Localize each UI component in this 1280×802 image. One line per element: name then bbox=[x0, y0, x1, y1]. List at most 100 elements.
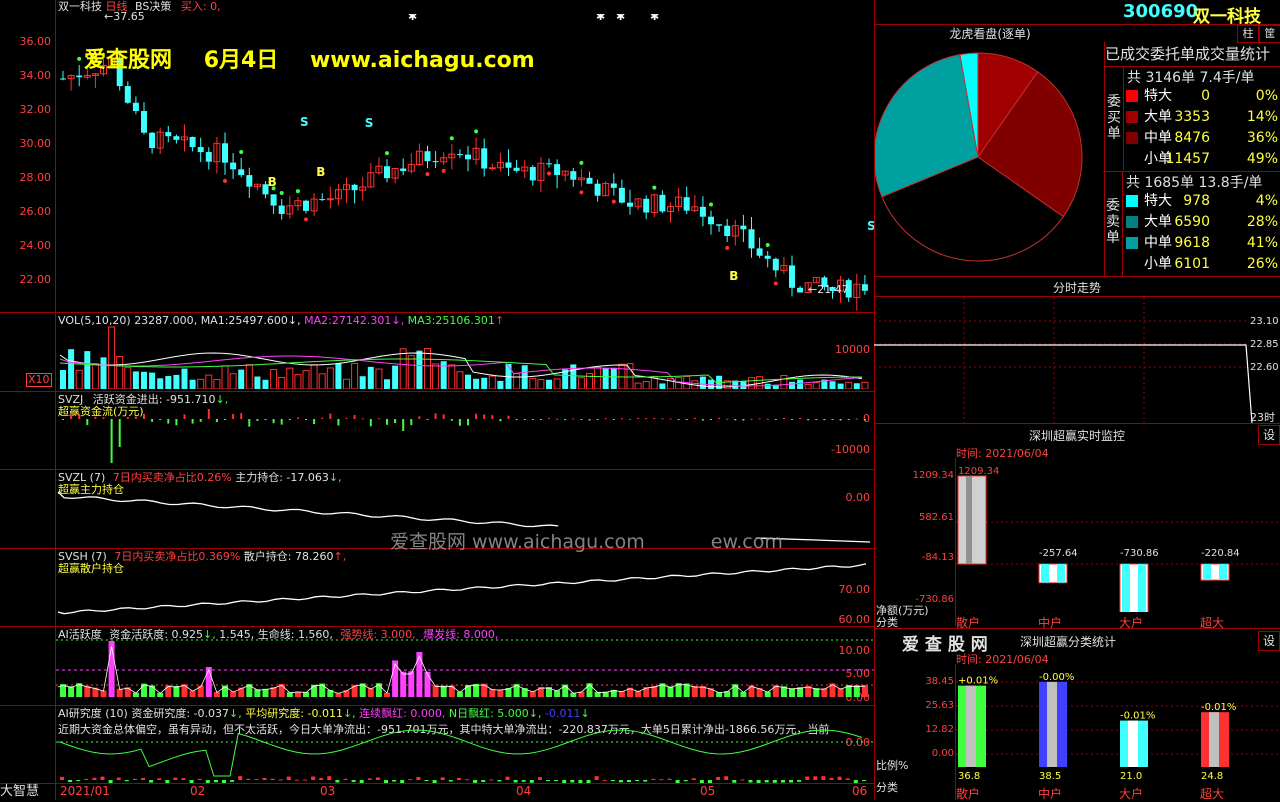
pie-toggle-button[interactable]: 柱 bbox=[1237, 25, 1259, 43]
fund-flow-bar bbox=[305, 419, 307, 420]
candle-body bbox=[205, 152, 212, 162]
chart-area[interactable]: 双一科技 日线 BS决策 买入: 0, 36.00 34.00 32.00 30… bbox=[0, 0, 874, 800]
activity-bar bbox=[432, 685, 439, 697]
volume-bar bbox=[764, 383, 771, 389]
research-bar bbox=[213, 780, 218, 783]
sell-medium-swatch bbox=[1126, 237, 1138, 249]
candle-body bbox=[424, 151, 431, 162]
y-tick: 28.00 bbox=[19, 171, 52, 184]
stats-bar-chart[interactable]: +0.01% 36.8 -0.00% 38.5 -0.01% 21.0 -0.01% 24.8 bbox=[956, 664, 1280, 782]
order-pie-chart[interactable] bbox=[875, 42, 1105, 276]
volume-bar bbox=[594, 366, 602, 389]
volume-bar bbox=[837, 383, 844, 389]
candle-body bbox=[618, 187, 625, 203]
candle-body bbox=[627, 202, 633, 207]
svzj-chart[interactable] bbox=[56, 392, 874, 468]
research-bar bbox=[716, 776, 721, 780]
fund-flow-bar bbox=[710, 419, 712, 420]
fund-flow-bar bbox=[475, 413, 478, 419]
watermark-url: www.aichagu.com bbox=[309, 48, 535, 73]
stats-y-tick: 12.82 bbox=[925, 724, 954, 735]
monitor-bar-chart[interactable]: 1209.34 -257.64 -730.86 -220.84 bbox=[956, 458, 1280, 612]
basket-button[interactable]: 筐 bbox=[1259, 25, 1280, 43]
candle-body bbox=[222, 143, 228, 163]
research-bar bbox=[635, 780, 640, 781]
intraday-tick: 23.10 bbox=[1250, 316, 1279, 327]
y-tick: 22.00 bbox=[19, 273, 52, 286]
signal-dot bbox=[725, 246, 730, 251]
fund-flow-bar bbox=[839, 419, 842, 421]
y-tick: 26.00 bbox=[19, 205, 52, 218]
candle-body bbox=[756, 248, 763, 256]
research-bar bbox=[157, 778, 162, 780]
research-bar bbox=[392, 780, 397, 782]
volume-bar bbox=[699, 376, 706, 389]
research-bar bbox=[76, 780, 81, 781]
volume-bar bbox=[424, 348, 431, 389]
ai-chart[interactable] bbox=[56, 627, 874, 705]
volume-bar bbox=[399, 348, 407, 389]
research-bar bbox=[456, 777, 461, 780]
research-bar bbox=[489, 779, 494, 781]
buy-row-small: 小单 11457 49% bbox=[1144, 151, 1278, 167]
activity-bar bbox=[465, 685, 471, 697]
stats-bottom-value: 36.8 bbox=[958, 771, 980, 782]
fund-flow-bar bbox=[329, 413, 332, 419]
intraday-chart[interactable] bbox=[874, 297, 1280, 423]
research-bar bbox=[740, 779, 745, 781]
candle-body bbox=[132, 102, 139, 112]
volume-bar bbox=[302, 370, 310, 389]
stats-settings-button[interactable]: 设 bbox=[1258, 631, 1280, 651]
monitor-settings-button[interactable]: 设 bbox=[1258, 425, 1280, 445]
research-bar bbox=[659, 779, 664, 781]
watermark-banner: 爱查股网 6月4日 www.aichagu.com bbox=[84, 42, 535, 73]
fund-flow-bar bbox=[167, 419, 170, 424]
research-chart[interactable] bbox=[56, 706, 874, 783]
watermark-date: 6月4日 bbox=[203, 48, 279, 73]
fund-flow-bar bbox=[685, 419, 688, 420]
activity-bar bbox=[392, 660, 399, 697]
activity-bar bbox=[400, 671, 407, 697]
fund-flow-bar bbox=[531, 419, 534, 420]
intraday-line bbox=[874, 344, 1253, 423]
stats-title: 深圳超赢分类统计 bbox=[1020, 635, 1117, 649]
stats-bar-accent bbox=[1209, 712, 1219, 767]
research-bar bbox=[448, 780, 453, 782]
volume-chart[interactable] bbox=[56, 325, 874, 389]
research-bar bbox=[254, 779, 259, 781]
activity-bar bbox=[440, 685, 447, 697]
volume-bar bbox=[804, 384, 812, 389]
research-bar bbox=[610, 780, 615, 782]
candle-body bbox=[173, 136, 180, 140]
volume-bar bbox=[748, 377, 755, 389]
svsh-chart[interactable] bbox=[56, 549, 874, 626]
sell-xl-swatch bbox=[1126, 195, 1138, 207]
fund-flow-bar bbox=[774, 419, 777, 421]
activity-bar bbox=[562, 684, 569, 697]
candle-body bbox=[141, 111, 147, 133]
volume-bar bbox=[375, 368, 383, 389]
signal-dot bbox=[279, 191, 284, 196]
volume-bar bbox=[789, 381, 795, 389]
volume-bar bbox=[473, 378, 480, 389]
volume-bar bbox=[262, 379, 269, 389]
signal-dot bbox=[474, 129, 479, 134]
stat-title: 已成交委托单成交量统计 bbox=[1105, 45, 1271, 63]
fund-flow-bar bbox=[288, 419, 291, 421]
research-bar bbox=[181, 778, 186, 780]
research-bar bbox=[627, 780, 631, 783]
volume-bar bbox=[124, 367, 132, 389]
center-watermark: 爱查股网 www.aichagu.com ew.com bbox=[390, 531, 783, 553]
y-tick: 30.00 bbox=[19, 137, 52, 150]
candle-body bbox=[505, 162, 512, 168]
research-bar bbox=[748, 780, 753, 783]
activity-bar bbox=[481, 683, 488, 697]
fund-flow-bar bbox=[734, 419, 737, 421]
fund-flow-bar bbox=[458, 419, 461, 426]
fund-flow-bar bbox=[515, 419, 518, 420]
volume-bar bbox=[392, 365, 399, 389]
volume-bar bbox=[797, 379, 804, 389]
volume-bar bbox=[254, 376, 261, 389]
research-bar bbox=[189, 780, 194, 783]
activity-bar bbox=[837, 688, 844, 697]
